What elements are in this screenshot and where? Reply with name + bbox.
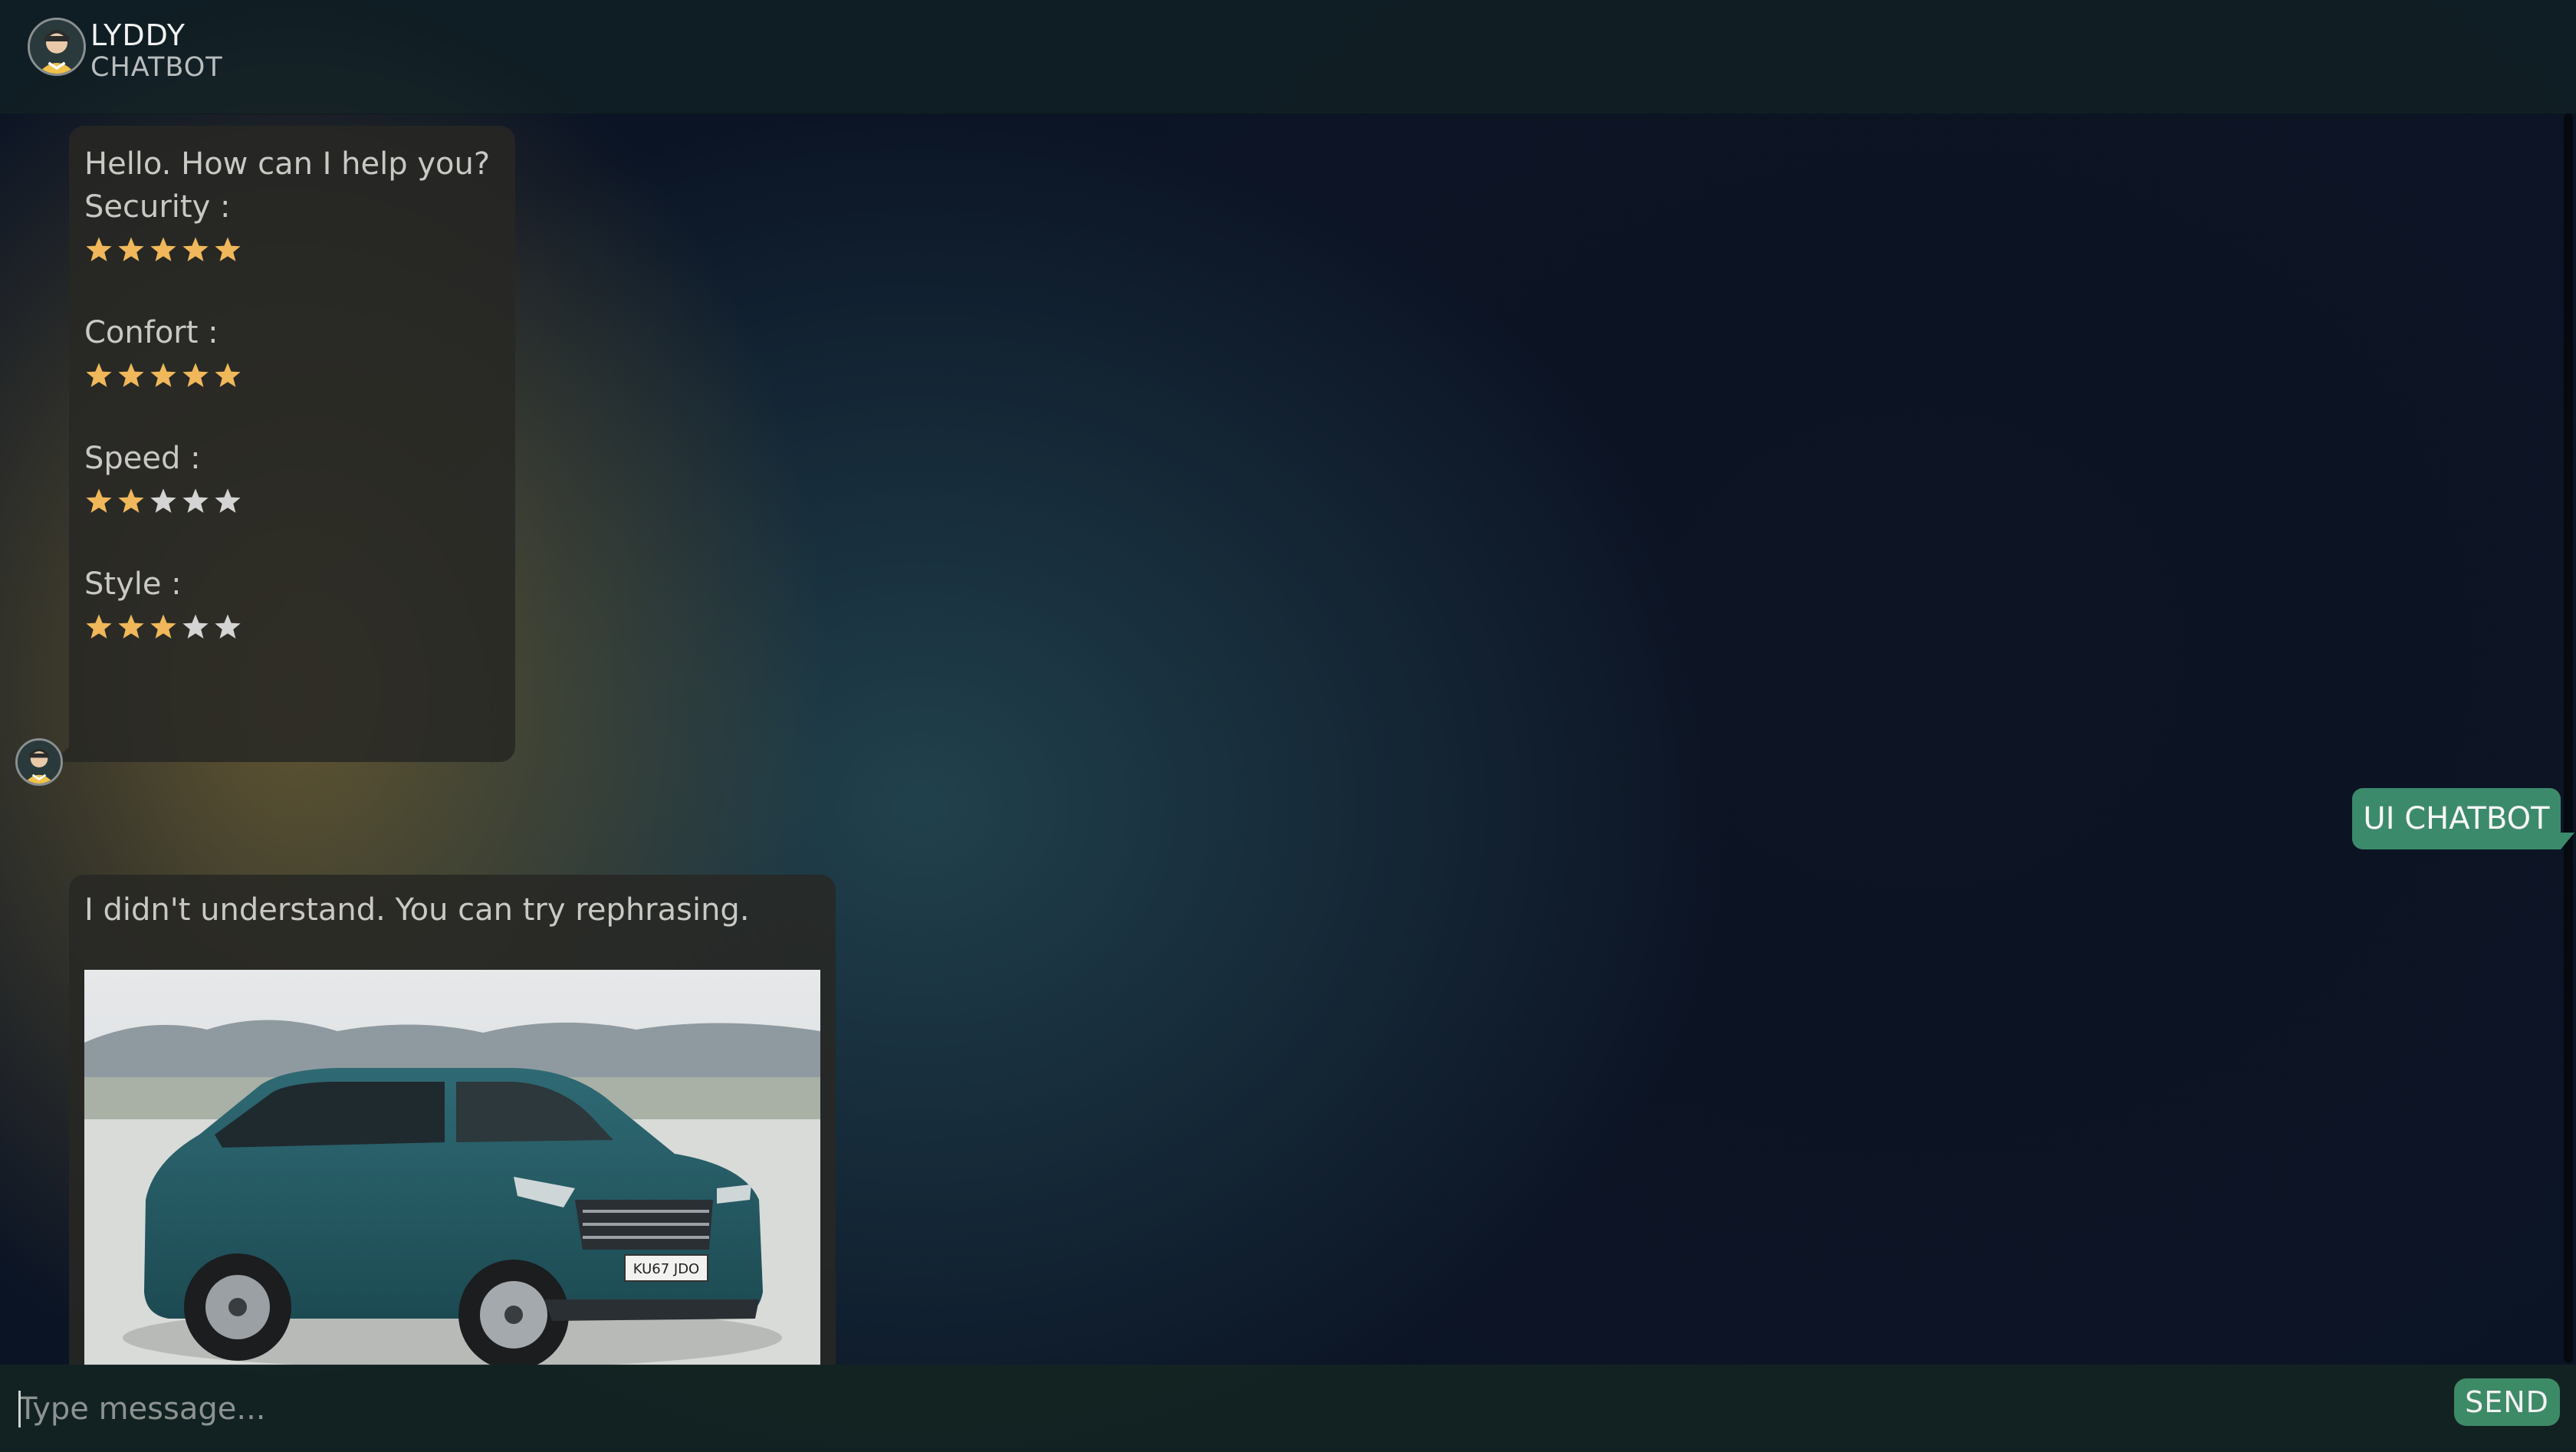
bot-greeting-text: Hello. How can I help you? xyxy=(84,146,491,182)
star-filled-icon xyxy=(84,613,113,642)
chat-header: LYDDY CHATBOT xyxy=(0,0,2576,114)
bot-message-ratings: Hello. How can I help you? Security : Con… xyxy=(69,126,515,762)
star-empty-icon xyxy=(213,487,242,516)
star-empty-icon xyxy=(149,487,178,516)
ratings-list: Security : Confort : Speed : Style : xyxy=(84,186,500,649)
send-button[interactable]: SEND xyxy=(2454,1378,2560,1426)
car-image: KU67 JDO xyxy=(84,970,820,1365)
rating-stars xyxy=(84,228,500,271)
star-empty-icon xyxy=(213,613,242,642)
user-message: UI CHATBOT xyxy=(2352,788,2561,849)
star-filled-icon xyxy=(117,235,146,264)
app-title: LYDDY xyxy=(90,18,186,52)
message-composer: SEND xyxy=(0,1365,2576,1452)
rating-label: Speed : xyxy=(84,441,201,476)
star-filled-icon xyxy=(181,361,210,390)
star-filled-icon xyxy=(149,235,178,264)
rating-stars xyxy=(84,606,500,649)
bot-message-fallback: I didn't understand. You can try rephras… xyxy=(69,875,836,1365)
star-filled-icon xyxy=(181,235,210,264)
star-filled-icon xyxy=(84,487,113,516)
license-plate: KU67 JDO xyxy=(633,1261,699,1277)
app-subtitle: CHATBOT xyxy=(90,52,223,83)
rating-label: Confort : xyxy=(84,315,219,350)
rating-stars xyxy=(84,354,500,397)
star-empty-icon xyxy=(181,487,210,516)
rating-label: Security : xyxy=(84,189,231,225)
text-caret xyxy=(18,1391,21,1427)
assistant-avatar-icon xyxy=(28,18,86,76)
rating-stars xyxy=(84,480,500,523)
rating-label: Style : xyxy=(84,567,182,602)
assistant-avatar-icon xyxy=(15,738,63,786)
star-empty-icon xyxy=(181,613,210,642)
star-filled-icon xyxy=(117,613,146,642)
star-filled-icon xyxy=(149,361,178,390)
star-filled-icon xyxy=(117,487,146,516)
star-filled-icon xyxy=(213,361,242,390)
star-filled-icon xyxy=(213,235,242,264)
user-bubble-tail xyxy=(2561,833,2574,849)
bot-fallback-text: I didn't understand. You can try rephras… xyxy=(84,892,750,928)
star-filled-icon xyxy=(149,613,178,642)
chat-scrollbar[interactable] xyxy=(2564,113,2573,1363)
star-filled-icon xyxy=(84,361,113,390)
star-filled-icon xyxy=(84,235,113,264)
message-input[interactable] xyxy=(17,1381,2435,1437)
star-filled-icon xyxy=(117,361,146,390)
